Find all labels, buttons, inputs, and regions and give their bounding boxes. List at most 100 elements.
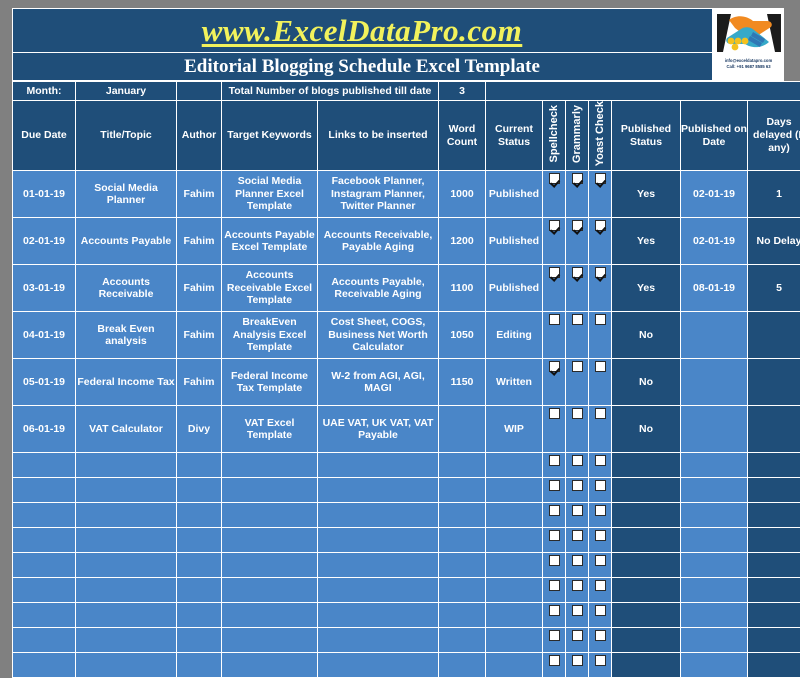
cell-published-status[interactable] — [612, 478, 680, 503]
cell-word-count[interactable] — [439, 528, 485, 553]
cell-published-on[interactable] — [681, 478, 747, 503]
cell-links[interactable]: Accounts Receivable, Payable Aging — [318, 218, 438, 265]
cell-target-keywords[interactable] — [222, 653, 317, 678]
cell-author[interactable]: Fahim — [177, 359, 221, 406]
column-header-links[interactable]: Links to be inserted — [318, 101, 438, 171]
cell-days-delayed[interactable] — [748, 628, 800, 653]
checkbox-grammarly[interactable] — [566, 553, 588, 578]
cell-author[interactable] — [177, 528, 221, 553]
cell-published-on[interactable] — [681, 603, 747, 628]
column-header-published-on[interactable]: Published on Date — [681, 101, 747, 171]
checkbox-icon[interactable] — [571, 580, 583, 592]
cell-target-keywords[interactable] — [222, 478, 317, 503]
cell-author[interactable] — [177, 603, 221, 628]
column-header-target-keywords[interactable]: Target Keywords — [222, 101, 317, 171]
column-header-current-status[interactable]: Current Status — [486, 101, 542, 171]
cell-published-on[interactable]: 02-01-19 — [681, 171, 747, 218]
cell-published-on[interactable] — [681, 528, 747, 553]
cell-title-topic[interactable]: Accounts Payable — [76, 218, 176, 265]
checkbox-spellcheck[interactable] — [543, 553, 565, 578]
checkbox-yoast-check[interactable] — [589, 553, 611, 578]
cell-links[interactable]: Facebook Planner, Instagram Planner, Twi… — [318, 171, 438, 218]
cell-current-status[interactable]: WIP — [486, 406, 542, 453]
cell-due-date[interactable]: 05-01-19 — [13, 359, 75, 406]
checkbox-yoast-check[interactable] — [589, 503, 611, 528]
checkbox-icon[interactable] — [594, 267, 606, 279]
cell-published-status[interactable]: Yes — [612, 265, 680, 312]
checkbox-icon[interactable] — [594, 455, 606, 467]
cell-current-status[interactable] — [486, 478, 542, 503]
checkbox-spellcheck[interactable] — [543, 603, 565, 628]
checkbox-yoast-check[interactable] — [589, 578, 611, 603]
cell-published-on[interactable] — [681, 359, 747, 406]
cell-due-date[interactable] — [13, 553, 75, 578]
cell-due-date[interactable] — [13, 653, 75, 678]
cell-links[interactable] — [318, 578, 438, 603]
checkbox-icon[interactable] — [571, 630, 583, 642]
cell-target-keywords[interactable]: Social Media Planner Excel Template — [222, 171, 317, 218]
checkbox-grammarly[interactable] — [566, 578, 588, 603]
cell-target-keywords[interactable] — [222, 453, 317, 478]
cell-current-status[interactable] — [486, 653, 542, 678]
cell-author[interactable]: Fahim — [177, 312, 221, 359]
checkbox-grammarly[interactable] — [566, 406, 588, 453]
checkbox-icon[interactable] — [571, 408, 583, 420]
checkbox-grammarly[interactable] — [566, 218, 588, 265]
checkbox-grammarly[interactable] — [566, 503, 588, 528]
cell-word-count[interactable]: 1150 — [439, 359, 485, 406]
cell-published-status[interactable]: No — [612, 312, 680, 359]
cell-published-status[interactable] — [612, 653, 680, 678]
cell-title-topic[interactable] — [76, 478, 176, 503]
cell-target-keywords[interactable]: Federal Income Tax Template — [222, 359, 317, 406]
checkbox-icon[interactable] — [571, 361, 583, 373]
cell-links[interactable]: Accounts Payable, Receivable Aging — [318, 265, 438, 312]
cell-title-topic[interactable] — [76, 578, 176, 603]
cell-target-keywords[interactable] — [222, 603, 317, 628]
checkbox-icon[interactable] — [571, 480, 583, 492]
cell-current-status[interactable] — [486, 578, 542, 603]
cell-due-date[interactable]: 02-01-19 — [13, 218, 75, 265]
cell-links[interactable] — [318, 528, 438, 553]
cell-word-count[interactable] — [439, 603, 485, 628]
checkbox-icon[interactable] — [571, 605, 583, 617]
checkbox-icon[interactable] — [594, 361, 606, 373]
cell-links[interactable] — [318, 653, 438, 678]
column-header-author[interactable]: Author — [177, 101, 221, 171]
checkbox-spellcheck[interactable] — [543, 653, 565, 678]
cell-title-topic[interactable]: Social Media Planner — [76, 171, 176, 218]
checkbox-yoast-check[interactable] — [589, 478, 611, 503]
cell-target-keywords[interactable]: VAT Excel Template — [222, 406, 317, 453]
cell-published-status[interactable]: Yes — [612, 171, 680, 218]
checkbox-icon[interactable] — [548, 455, 560, 467]
checkbox-icon[interactable] — [571, 314, 583, 326]
cell-published-on[interactable] — [681, 453, 747, 478]
cell-days-delayed[interactable] — [748, 406, 800, 453]
checkbox-yoast-check[interactable] — [589, 171, 611, 218]
column-header-days-delayed[interactable]: Days delayed (If any) — [748, 101, 800, 171]
checkbox-icon[interactable] — [571, 530, 583, 542]
cell-published-status[interactable]: Yes — [612, 218, 680, 265]
cell-links[interactable]: Cost Sheet, COGS, Business Net Worth Cal… — [318, 312, 438, 359]
checkbox-icon[interactable] — [548, 173, 560, 185]
cell-current-status[interactable]: Published — [486, 171, 542, 218]
checkbox-yoast-check[interactable] — [589, 218, 611, 265]
cell-days-delayed[interactable]: 1 — [748, 171, 800, 218]
cell-links[interactable] — [318, 553, 438, 578]
checkbox-spellcheck[interactable] — [543, 478, 565, 503]
cell-days-delayed[interactable] — [748, 503, 800, 528]
cell-published-status[interactable] — [612, 503, 680, 528]
checkbox-icon[interactable] — [594, 314, 606, 326]
cell-author[interactable]: Fahim — [177, 171, 221, 218]
checkbox-spellcheck[interactable] — [543, 503, 565, 528]
cell-word-count[interactable] — [439, 653, 485, 678]
cell-target-keywords[interactable] — [222, 503, 317, 528]
cell-days-delayed[interactable] — [748, 359, 800, 406]
column-header-spellcheck[interactable]: Spellcheck — [543, 101, 565, 171]
cell-links[interactable]: W-2 from AGI, AGI, MAGI — [318, 359, 438, 406]
cell-target-keywords[interactable]: Accounts Receivable Excel Template — [222, 265, 317, 312]
checkbox-icon[interactable] — [548, 630, 560, 642]
checkbox-yoast-check[interactable] — [589, 628, 611, 653]
checkbox-spellcheck[interactable] — [543, 406, 565, 453]
cell-days-delayed[interactable]: 5 — [748, 265, 800, 312]
cell-target-keywords[interactable]: Accounts Payable Excel Template — [222, 218, 317, 265]
